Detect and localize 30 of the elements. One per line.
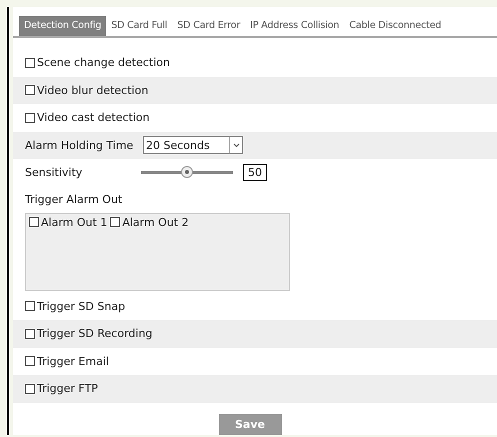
checkbox[interactable] (25, 58, 35, 68)
checkbox[interactable] (29, 217, 39, 227)
section-title: Trigger Alarm Out (25, 193, 122, 206)
field-label: Alarm Holding Time (25, 138, 134, 152)
field-label: Sensitivity (25, 166, 84, 180)
checkbox-label: Alarm Out 1 (41, 216, 108, 228)
tab[interactable]: Detection Config (19, 16, 106, 36)
tab[interactable]: SD Card Error (172, 16, 246, 36)
tab[interactable]: IP Address Collision (245, 16, 344, 36)
checkbox[interactable] (25, 356, 35, 366)
checkbox[interactable] (25, 85, 35, 96)
checkbox-label: Scene change detection (37, 56, 170, 70)
tab[interactable]: SD Card Full (106, 16, 172, 36)
checkbox[interactable] (110, 217, 120, 227)
checkbox[interactable] (25, 301, 35, 312)
checkbox-label: Trigger SD Snap (37, 300, 126, 313)
checkbox-label: Trigger FTP (37, 382, 98, 396)
checkbox-label: Trigger SD Recording (37, 327, 152, 340)
checkbox-label: Video cast detection (37, 111, 150, 124)
tab[interactable]: Cable Disconnected (344, 16, 446, 36)
checkbox-label: Alarm Out 2 (122, 216, 189, 228)
slider-thumb[interactable] (181, 166, 193, 178)
checkbox[interactable] (25, 384, 35, 394)
slider-value: 50 (243, 164, 267, 182)
dropdown[interactable]: 20 Seconds (143, 136, 243, 154)
checkbox-label: Trigger Email (37, 354, 109, 368)
checkbox[interactable] (25, 328, 35, 339)
caret-icon (232, 142, 240, 148)
checkbox[interactable] (25, 112, 35, 123)
checkbox-label: Video blur detection (37, 84, 148, 97)
